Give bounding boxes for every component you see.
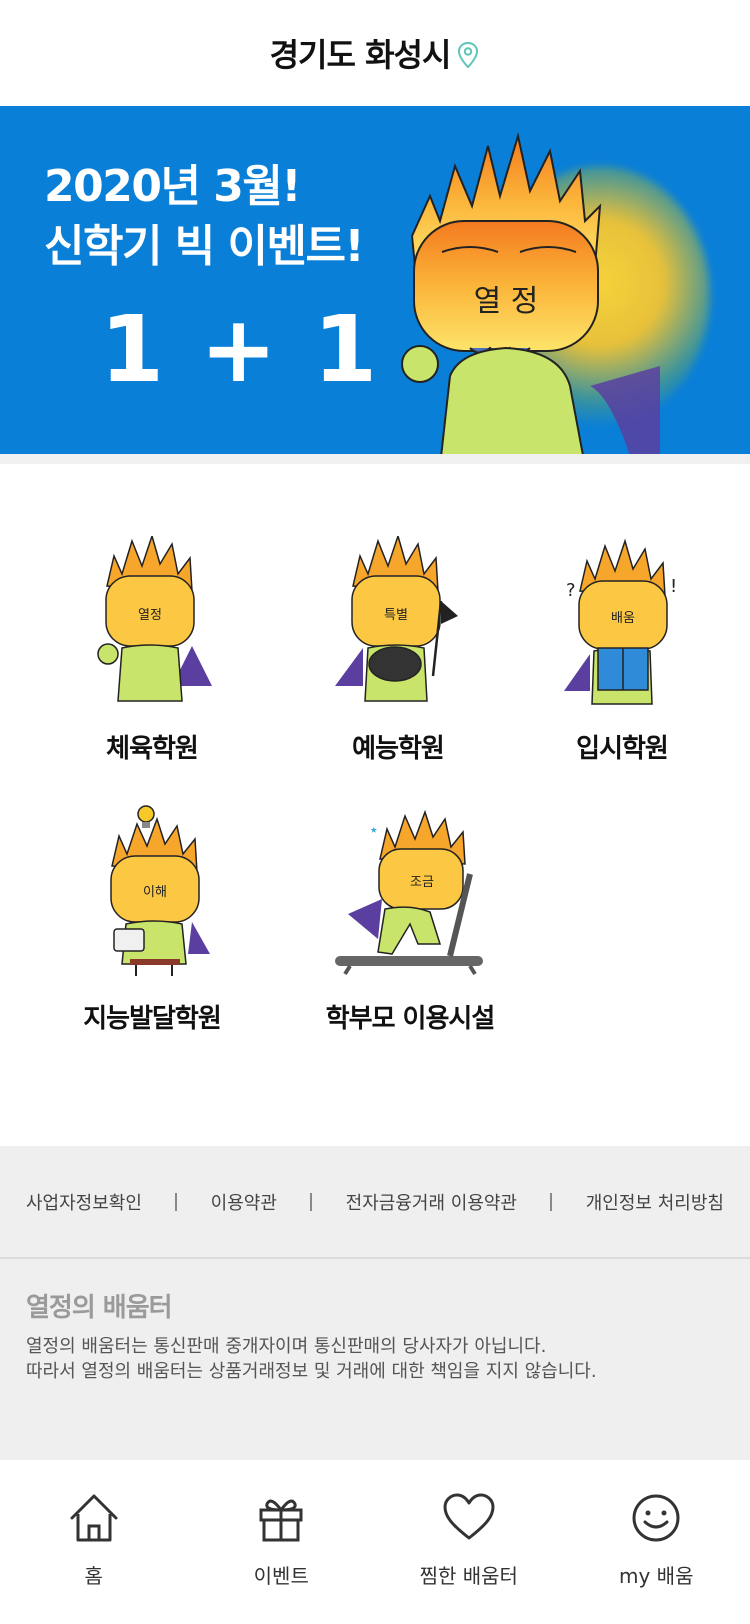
banner-promo: 1 + 1 <box>100 296 380 403</box>
tab-label: my 배움 <box>619 1564 694 1588</box>
sports-face-text: 열정 <box>138 608 162 623</box>
footer-links: 사업자정보확인 이용약관 전자금융거래 이용약관 개인정보 처리방침 <box>0 1146 750 1259</box>
home-icon <box>70 1494 118 1542</box>
heart-icon <box>443 1493 495 1540</box>
tab-events[interactable]: 이벤트 <box>188 1460 376 1624</box>
tab-my[interactable]: my 배움 <box>563 1460 750 1624</box>
privacy-policy-link[interactable]: 개인정보 처리방침 <box>586 1189 724 1215</box>
tab-label: 찜한 배움터 <box>419 1564 518 1588</box>
app-header: 경기도 화성시 <box>0 0 750 106</box>
parent-face-text: 조금 <box>410 875 434 890</box>
intelligence-mascot-icon: 이해 <box>110 805 210 976</box>
category-parent-facilities[interactable]: ٭ 조금 학부모 이용시설 <box>290 804 530 1035</box>
category-intelligence[interactable]: 이해 지능발달학원 <box>32 804 272 1035</box>
category-grid: 열정 체육학원 특별 예능학원 ? ! 배움 입시학원 이해 지능발달학원 ٭ … <box>0 464 750 1146</box>
event-banner[interactable]: 2020년 3월! 신학기 빅 이벤트! 1 + 1 열 정 <box>0 106 750 454</box>
category-sports[interactable]: 열정 체육학원 <box>32 536 272 765</box>
arts-face-text: 특별 <box>384 608 408 623</box>
terms-link[interactable]: 이용약관 <box>211 1189 277 1215</box>
category-arts[interactable]: 특별 예능학원 <box>278 536 518 765</box>
category-label: 학부모 이용시설 <box>325 1004 496 1034</box>
treadmill-mascot-icon: ٭ 조금 <box>335 809 483 976</box>
svg-text:٭: ٭ <box>370 822 378 838</box>
intelligence-face-text: 이해 <box>143 885 167 900</box>
tab-favorites[interactable]: 찜한 배움터 <box>375 1460 563 1624</box>
e-finance-terms-link[interactable]: 전자금융거래 이용약관 <box>346 1189 517 1215</box>
site-footer: 사업자정보확인 이용약관 전자금융거래 이용약관 개인정보 처리방침 열정의 배… <box>0 1146 750 1460</box>
link-divider <box>175 1192 178 1211</box>
smiley-icon <box>632 1494 680 1542</box>
tab-label: 홈 <box>84 1564 103 1588</box>
category-label: 입시학원 <box>576 734 669 764</box>
disclaimer-line-2: 따라서 열정의 배움터는 상품거래정보 및 거래에 대한 책임을 지지 않습니다… <box>26 1361 597 1382</box>
exam-mascot-icon: ? ! 배움 <box>564 538 677 705</box>
tab-label: 이벤트 <box>253 1564 309 1588</box>
hero-face-text: 열 정 <box>474 284 539 319</box>
banner-mascot-illustration: 열 정 <box>401 132 660 454</box>
banner-headline-1: 2020년 3월! <box>44 161 301 212</box>
svg-text:!: ! <box>670 576 677 597</box>
banner-divider <box>0 454 750 464</box>
disclaimer-line-1: 열정의 배움터는 통신판매 중개자이며 통신판매의 당사자가 아닙니다. <box>26 1336 547 1357</box>
location-pin-icon[interactable] <box>456 41 480 69</box>
footer-disclaimer: 열정의 배움터는 통신판매 중개자이며 통신판매의 당사자가 아닙니다. 따라서… <box>26 1334 724 1384</box>
gift-icon <box>259 1499 303 1542</box>
footer-brand-name: 열정의 배움터 <box>26 1293 173 1323</box>
sports-mascot-icon: 열정 <box>97 536 212 702</box>
exam-face-text: 배움 <box>611 611 635 626</box>
arts-mascot-icon: 특별 <box>335 536 458 702</box>
footer-brand-block: 열정의 배움터 열정의 배움터는 통신판매 중개자이며 통신판매의 당사자가 아… <box>0 1259 750 1384</box>
category-label: 체육학원 <box>106 734 199 764</box>
svg-text:?: ? <box>566 580 576 601</box>
tab-home[interactable]: 홈 <box>0 1460 188 1624</box>
location-title[interactable]: 경기도 화성시 <box>270 30 452 76</box>
business-info-link[interactable]: 사업자정보확인 <box>26 1189 142 1215</box>
bottom-tab-bar: 홈 이벤트 찜한 배움터 my 배움 <box>0 1460 750 1624</box>
category-entrance-exam[interactable]: ? ! 배움 입시학원 <box>502 536 742 765</box>
link-divider <box>550 1192 553 1211</box>
link-divider <box>310 1192 313 1211</box>
banner-headline-2: 신학기 빅 이벤트! <box>44 221 365 272</box>
category-label: 예능학원 <box>352 734 445 764</box>
category-label: 지능발달학원 <box>83 1004 222 1034</box>
